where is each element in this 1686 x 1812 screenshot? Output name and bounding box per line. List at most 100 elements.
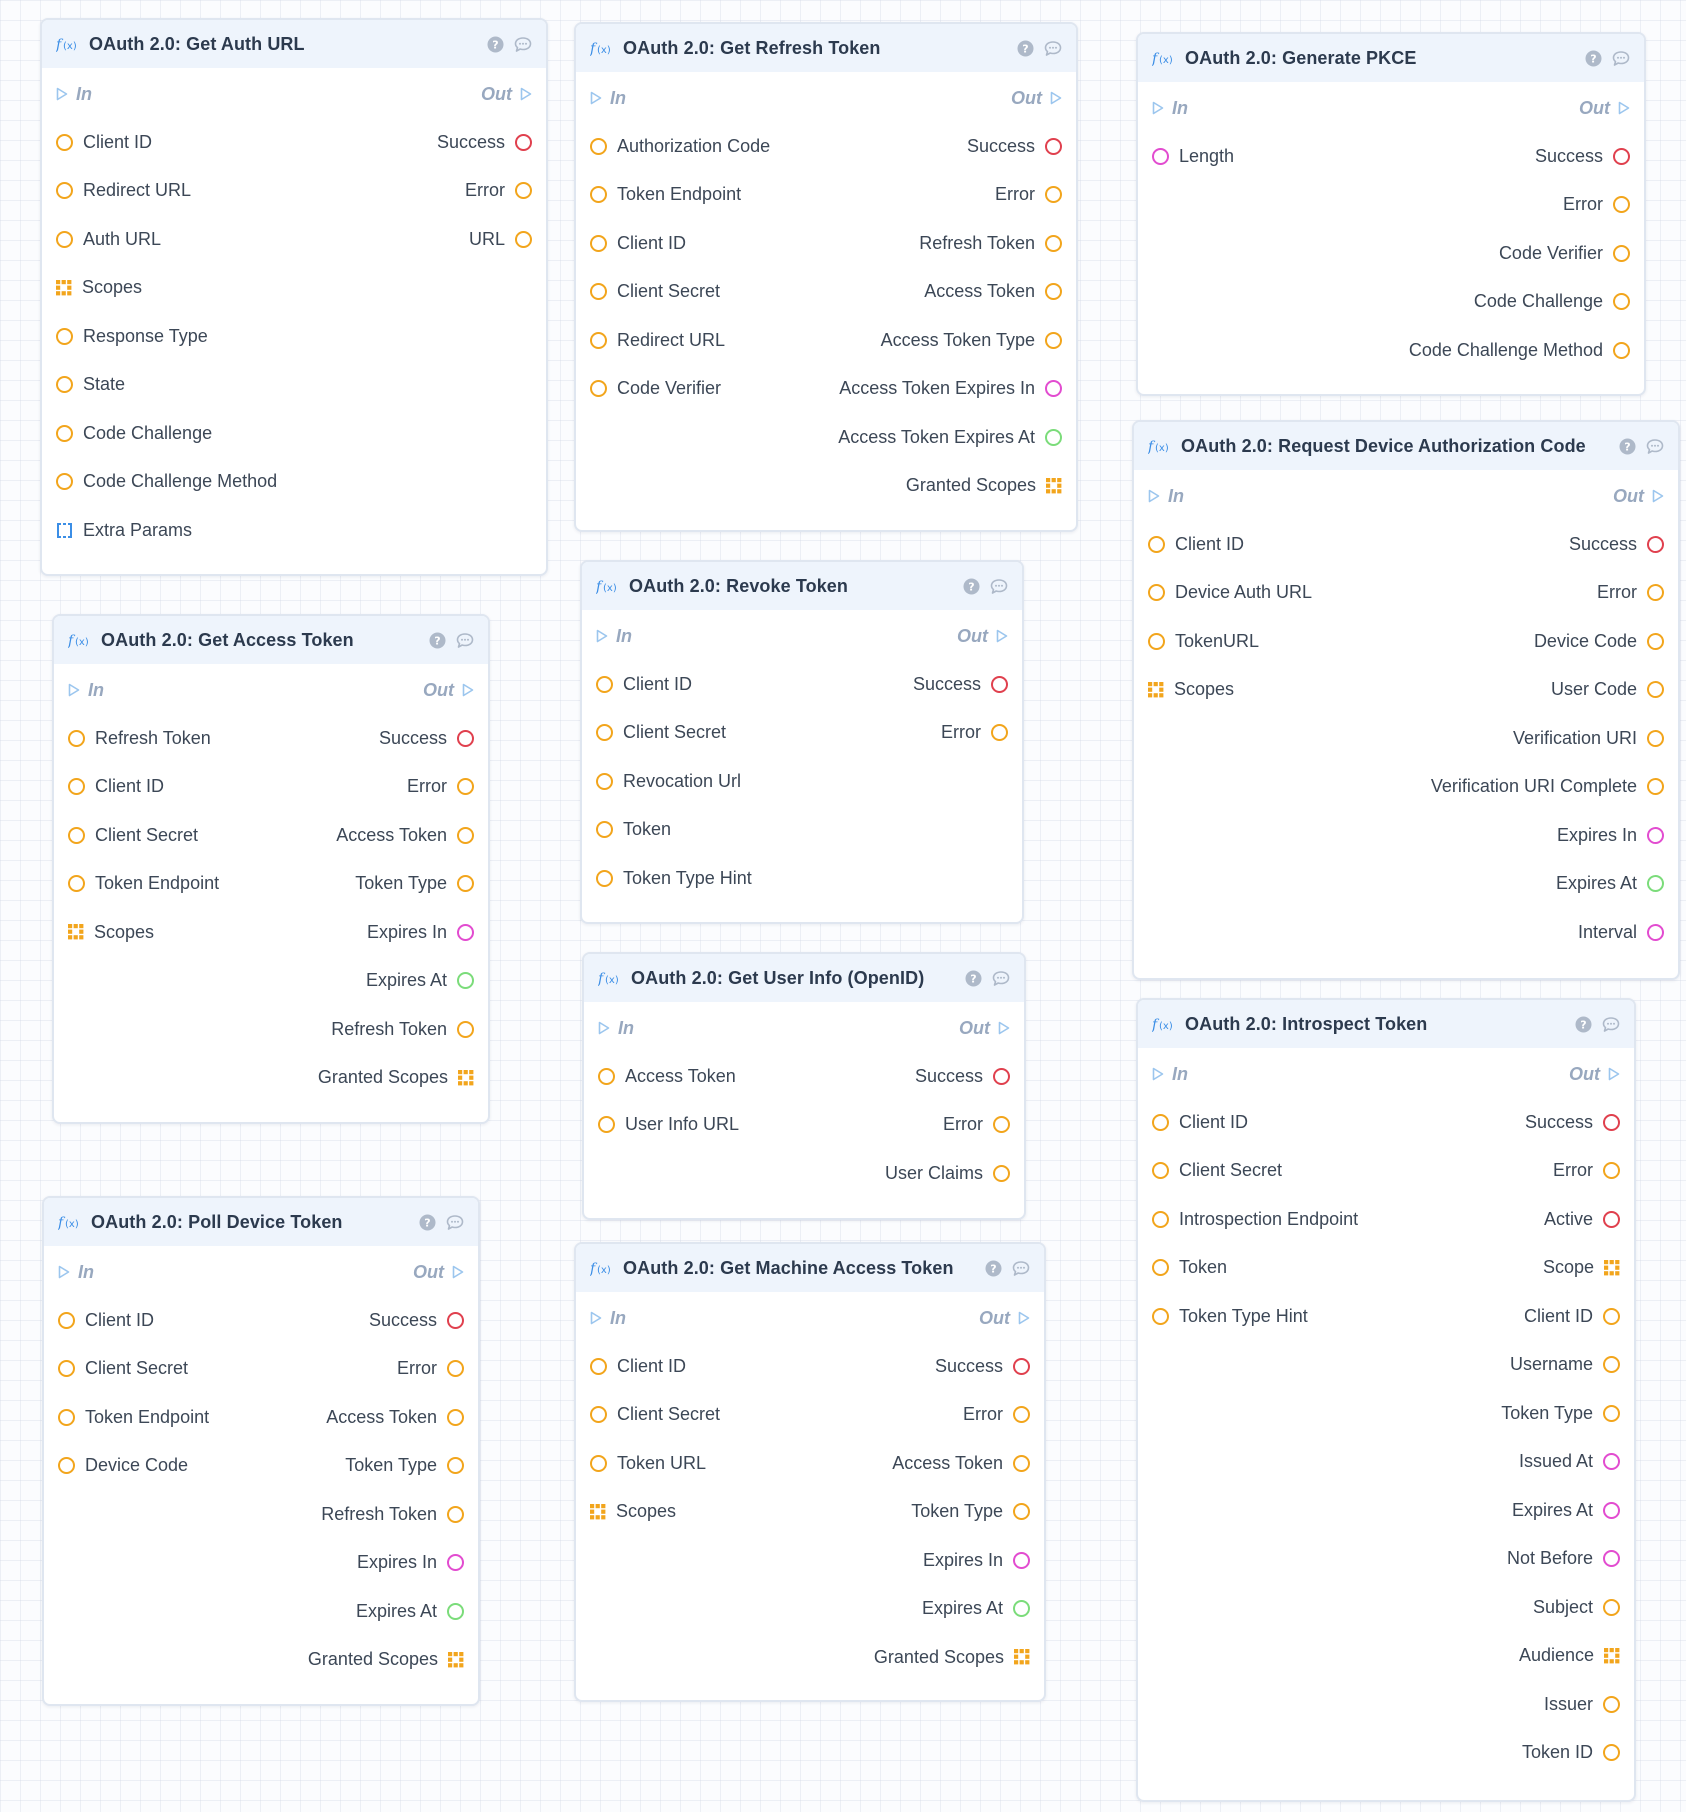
exec-pin-icon[interactable] xyxy=(1050,91,1062,105)
input-pin[interactable]: Length xyxy=(1152,146,1234,167)
orange-pin-icon[interactable] xyxy=(56,473,73,491)
exec-pin-icon[interactable] xyxy=(590,91,602,105)
node-get-access-token[interactable]: f (x) OAuth 2.0: Get Access Token? In Out Ref… xyxy=(52,614,490,1124)
output-pin[interactable]: Success xyxy=(1525,1112,1620,1133)
orange-pin-icon[interactable] xyxy=(590,137,607,155)
output-pin[interactable]: User Claims xyxy=(885,1163,1010,1184)
orange-pin-icon[interactable] xyxy=(56,376,73,394)
input-pin[interactable]: Token URL xyxy=(590,1453,706,1474)
orange-pin-icon[interactable] xyxy=(1152,1259,1169,1277)
node-introspect-token[interactable]: f (x) OAuth 2.0: Introspect Token? In Out Cli… xyxy=(1136,998,1636,1802)
input-pin[interactable]: Client ID xyxy=(590,1356,686,1377)
orange-pin-icon[interactable] xyxy=(1013,1454,1030,1472)
input-pin[interactable]: Token xyxy=(1152,1257,1227,1278)
exec-pin-icon[interactable] xyxy=(590,1311,602,1325)
orange-pin-icon[interactable] xyxy=(457,778,474,796)
output-pin[interactable]: Code Verifier xyxy=(1499,243,1630,264)
help-icon[interactable]: ? xyxy=(487,36,504,53)
output-pin[interactable]: Error xyxy=(995,184,1062,205)
orange-pin-icon[interactable] xyxy=(1647,584,1664,602)
output-pin[interactable]: Error xyxy=(1553,1160,1620,1181)
exec-in[interactable]: In xyxy=(68,680,104,701)
comment-icon[interactable] xyxy=(992,970,1010,987)
comment-icon[interactable] xyxy=(990,578,1008,595)
input-pin[interactable]: User Info URL xyxy=(598,1114,739,1135)
orange-pin-icon[interactable] xyxy=(598,1067,615,1085)
output-pin[interactable]: Scope xyxy=(1543,1257,1620,1278)
orange-pin-icon[interactable] xyxy=(58,1311,75,1329)
node-header[interactable]: f (x) OAuth 2.0: Get Refresh Token? xyxy=(576,24,1076,72)
output-pin[interactable]: Granted Scopes xyxy=(906,475,1062,496)
input-pin[interactable]: Auth URL xyxy=(56,229,161,250)
orange-pin-icon[interactable] xyxy=(1603,1695,1620,1713)
output-pin[interactable]: Verification URI Complete xyxy=(1431,776,1664,797)
green-pin-icon[interactable] xyxy=(457,972,474,990)
node-header[interactable]: f (x) OAuth 2.0: Generate PKCE? xyxy=(1138,34,1644,82)
output-pin[interactable]: Token ID xyxy=(1522,1742,1620,1763)
output-pin[interactable]: Error xyxy=(941,722,1008,743)
magenta-pin-icon[interactable] xyxy=(1647,826,1664,844)
input-pin[interactable]: Scopes xyxy=(68,922,154,943)
green-pin-icon[interactable] xyxy=(1013,1600,1030,1618)
exec-pin-icon[interactable] xyxy=(596,629,608,643)
map-pin-icon[interactable] xyxy=(56,522,73,539)
output-pin[interactable]: Granted Scopes xyxy=(318,1067,474,1088)
exec-pin-icon[interactable] xyxy=(56,87,68,101)
magenta-pin-icon[interactable] xyxy=(1603,1550,1620,1568)
output-pin[interactable]: Refresh Token xyxy=(331,1019,474,1040)
exec-out[interactable]: Out xyxy=(1569,1064,1620,1085)
output-pin[interactable]: Active xyxy=(1544,1209,1620,1230)
input-pin[interactable]: Client Secret xyxy=(68,825,198,846)
orange-pin-icon[interactable] xyxy=(1647,778,1664,796)
exec-out[interactable]: Out xyxy=(423,680,474,701)
orange-pin-icon[interactable] xyxy=(993,1164,1010,1182)
orange-pin-icon[interactable] xyxy=(596,772,613,790)
input-pin[interactable]: Scopes xyxy=(56,277,142,298)
output-pin[interactable]: Not Before xyxy=(1507,1548,1620,1569)
output-pin[interactable]: Username xyxy=(1510,1354,1620,1375)
input-pin[interactable]: Token Endpoint xyxy=(590,184,741,205)
red-pin-icon[interactable] xyxy=(1603,1210,1620,1228)
input-pin[interactable]: Revocation Url xyxy=(596,771,741,792)
array-pin-icon[interactable] xyxy=(590,1503,606,1520)
input-pin[interactable]: Client ID xyxy=(56,132,152,153)
output-pin[interactable]: Granted Scopes xyxy=(308,1649,464,1670)
exec-out[interactable]: Out xyxy=(957,626,1008,647)
orange-pin-icon[interactable] xyxy=(68,875,85,893)
red-pin-icon[interactable] xyxy=(993,1067,1010,1085)
output-pin[interactable]: Access Token Type xyxy=(881,330,1062,351)
exec-pin-icon[interactable] xyxy=(1018,1311,1030,1325)
orange-pin-icon[interactable] xyxy=(457,826,474,844)
output-pin[interactable]: Granted Scopes xyxy=(874,1647,1030,1668)
orange-pin-icon[interactable] xyxy=(596,821,613,839)
help-icon[interactable]: ? xyxy=(1619,438,1636,455)
orange-pin-icon[interactable] xyxy=(1152,1162,1169,1180)
node-get-auth-url[interactable]: f (x) OAuth 2.0: Get Auth URL? In Out Client … xyxy=(40,18,548,576)
input-pin[interactable]: Device Code xyxy=(58,1455,188,1476)
input-pin[interactable]: Client ID xyxy=(596,674,692,695)
output-pin[interactable]: Expires In xyxy=(357,1552,464,1573)
comment-icon[interactable] xyxy=(1612,50,1630,67)
orange-pin-icon[interactable] xyxy=(1603,1744,1620,1762)
orange-pin-icon[interactable] xyxy=(1603,1356,1620,1374)
node-revoke-token[interactable]: f (x) OAuth 2.0: Revoke Token? In Out Client … xyxy=(580,560,1024,924)
help-icon[interactable]: ? xyxy=(965,970,982,987)
output-pin[interactable]: Subject xyxy=(1533,1597,1620,1618)
input-pin[interactable]: Client Secret xyxy=(1152,1160,1282,1181)
array-pin-icon[interactable] xyxy=(448,1651,464,1668)
array-pin-icon[interactable] xyxy=(1148,681,1164,698)
magenta-pin-icon[interactable] xyxy=(457,923,474,941)
orange-pin-icon[interactable] xyxy=(68,826,85,844)
input-pin[interactable]: Token Endpoint xyxy=(68,873,219,894)
orange-pin-icon[interactable] xyxy=(1045,331,1062,349)
exec-out[interactable]: Out xyxy=(1579,98,1630,119)
exec-out[interactable]: Out xyxy=(959,1018,1010,1039)
output-pin[interactable]: Success xyxy=(1569,534,1664,555)
output-pin[interactable]: Token Type xyxy=(1501,1403,1620,1424)
output-pin[interactable]: Expires In xyxy=(367,922,474,943)
red-pin-icon[interactable] xyxy=(447,1311,464,1329)
orange-pin-icon[interactable] xyxy=(56,327,73,345)
orange-pin-icon[interactable] xyxy=(1045,234,1062,252)
node-header[interactable]: f (x) OAuth 2.0: Get Access Token? xyxy=(54,616,488,664)
orange-pin-icon[interactable] xyxy=(68,778,85,796)
